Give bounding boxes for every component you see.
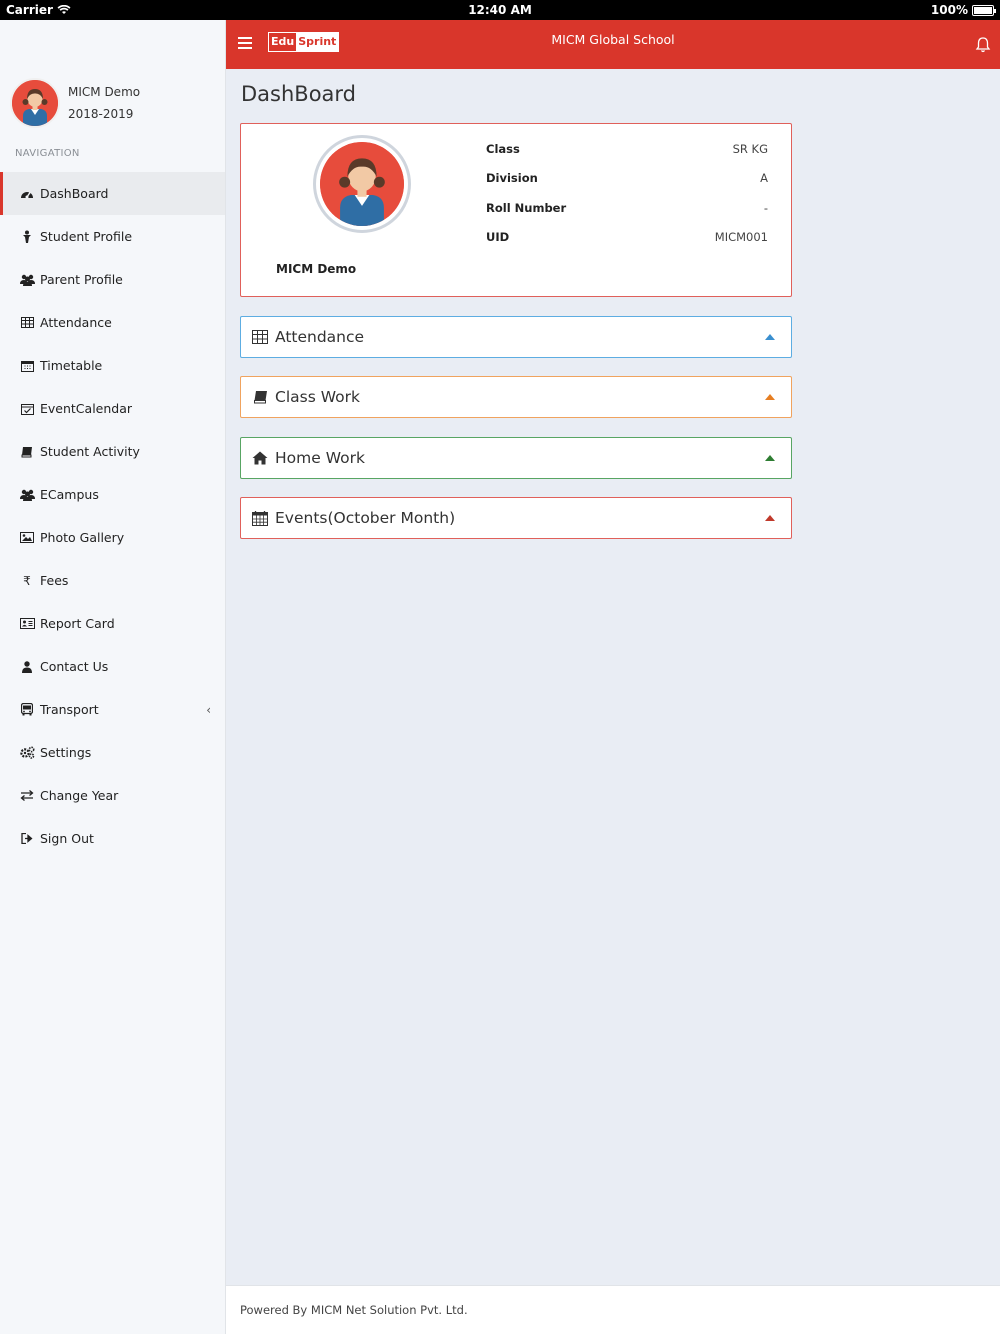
bell-icon[interactable] bbox=[974, 36, 992, 54]
sidebar-item-transport[interactable]: Transport ‹ bbox=[0, 688, 225, 731]
nav-list: DashBoard Student Profile Parent Profile… bbox=[0, 172, 225, 860]
student-info-table: Class SR KG Division A Roll Number - UID… bbox=[486, 134, 768, 252]
exchange-icon bbox=[18, 790, 36, 801]
home-icon bbox=[251, 449, 269, 467]
events-panel[interactable]: Events(October Month) bbox=[240, 497, 792, 539]
sidebar-item-sign-out[interactable]: Sign Out bbox=[0, 817, 225, 860]
sidebar-item-label: DashBoard bbox=[40, 186, 109, 201]
sidebar-item-label: EventCalendar bbox=[40, 401, 133, 416]
student-name: MICM Demo bbox=[276, 262, 357, 276]
page-title: DashBoard bbox=[241, 82, 357, 106]
sidebar-item-student-profile[interactable]: Student Profile bbox=[0, 215, 225, 258]
sidebar-item-ecampus[interactable]: ECampus bbox=[0, 473, 225, 516]
chevron-left-icon: ‹ bbox=[206, 702, 211, 717]
footer-text: Powered By MICM Net Solution Pvt. Ltd. bbox=[240, 1303, 468, 1317]
sidebar-item-label: Student Activity bbox=[40, 444, 140, 459]
profile-name: MICM Demo bbox=[68, 85, 141, 99]
sidebar-item-label: Change Year bbox=[40, 788, 119, 803]
sidebar-item-parent-profile[interactable]: Parent Profile bbox=[0, 258, 225, 301]
calendar-check-icon bbox=[18, 403, 36, 415]
sidebar-item-attendance[interactable]: Attendance bbox=[0, 301, 225, 344]
sidebar-item-contact-us[interactable]: Contact Us bbox=[0, 645, 225, 688]
collapse-arrow-icon[interactable] bbox=[765, 455, 775, 461]
user-icon bbox=[18, 660, 36, 673]
status-bar: Carrier 12:40 AM 100% bbox=[0, 0, 1000, 20]
nav-heading: NAVIGATION bbox=[15, 148, 80, 159]
calendar-icon bbox=[251, 509, 269, 527]
status-time: 12:40 AM bbox=[468, 3, 532, 17]
battery-percent: 100% bbox=[930, 3, 968, 17]
book-icon bbox=[251, 388, 269, 406]
sidebar-item-label: Photo Gallery bbox=[40, 530, 125, 545]
battery-icon bbox=[972, 4, 996, 16]
sidebar-item-label: Attendance bbox=[40, 315, 112, 330]
table-icon bbox=[18, 317, 36, 328]
rupee-icon: ₹ bbox=[23, 573, 31, 588]
id-card-icon bbox=[18, 618, 36, 629]
sidebar-item-label: Parent Profile bbox=[40, 272, 123, 287]
attendance-panel[interactable]: Attendance bbox=[240, 316, 792, 358]
sidebar-item-settings[interactable]: Settings bbox=[0, 731, 225, 774]
student-icon bbox=[18, 230, 36, 243]
student-info-card: MICM Demo Class SR KG Division A Roll Nu… bbox=[240, 123, 792, 297]
sidebar-item-change-year[interactable]: Change Year bbox=[0, 774, 225, 817]
sidebar-item-photo-gallery[interactable]: Photo Gallery bbox=[0, 516, 225, 559]
sidebar-item-label: Transport bbox=[40, 702, 99, 717]
panel-title: Class Work bbox=[275, 388, 360, 406]
sidebar-item-label: Student Profile bbox=[40, 229, 133, 244]
class-work-panel[interactable]: Class Work bbox=[240, 376, 792, 418]
sidebar-item-label: Report Card bbox=[40, 616, 115, 631]
collapse-arrow-icon[interactable] bbox=[765, 515, 775, 521]
users-icon bbox=[18, 274, 36, 286]
school-name: MICM Global School bbox=[551, 32, 675, 47]
home-work-panel[interactable]: Home Work bbox=[240, 437, 792, 479]
info-row-class: Class SR KG bbox=[486, 141, 768, 156]
sidebar-item-label: Sign Out bbox=[40, 831, 94, 846]
profile-year: 2018-2019 bbox=[68, 107, 134, 121]
sidebar-profile: MICM Demo 2018-2019 bbox=[10, 78, 140, 128]
collapse-arrow-icon[interactable] bbox=[765, 334, 775, 340]
sidebar-item-label: Settings bbox=[40, 745, 92, 760]
sidebar-item-eventcalendar[interactable]: EventCalendar bbox=[0, 387, 225, 430]
panel-title: Home Work bbox=[275, 449, 365, 467]
sign-out-icon bbox=[18, 833, 36, 844]
student-avatar-icon bbox=[12, 80, 58, 126]
student-avatar bbox=[313, 135, 411, 233]
student-avatar-icon bbox=[320, 142, 404, 226]
sidebar-item-report-card[interactable]: Report Card bbox=[0, 602, 225, 645]
panel-title: Events(October Month) bbox=[275, 509, 456, 527]
sidebar-item-label: Contact Us bbox=[40, 659, 109, 674]
top-bar: Edu Sprint MICM Global School bbox=[226, 20, 1000, 69]
bus-icon bbox=[18, 703, 36, 716]
book-icon bbox=[18, 446, 36, 458]
sidebar: MICM Demo 2018-2019 NAVIGATION DashBoard… bbox=[0, 20, 226, 1334]
gears-icon bbox=[18, 746, 36, 759]
sidebar-item-dashboard[interactable]: DashBoard bbox=[0, 172, 225, 215]
info-row-roll-number: Roll Number - bbox=[486, 200, 768, 215]
sidebar-item-label: ECampus bbox=[40, 487, 99, 502]
panel-title: Attendance bbox=[275, 328, 365, 346]
dashboard-icon bbox=[18, 188, 36, 200]
sidebar-item-label: Fees bbox=[40, 573, 69, 588]
image-icon bbox=[18, 532, 36, 543]
info-row-division: Division A bbox=[486, 171, 768, 186]
sidebar-item-fees[interactable]: ₹ Fees bbox=[0, 559, 225, 602]
sidebar-item-timetable[interactable]: Timetable bbox=[0, 344, 225, 387]
sidebar-item-student-activity[interactable]: Student Activity bbox=[0, 430, 225, 473]
footer: Powered By MICM Net Solution Pvt. Ltd. bbox=[226, 1285, 1000, 1334]
info-row-uid: UID MICM001 bbox=[486, 230, 768, 245]
table-icon bbox=[251, 328, 269, 346]
collapse-arrow-icon[interactable] bbox=[765, 394, 775, 400]
avatar bbox=[10, 78, 60, 128]
sidebar-item-label: Timetable bbox=[40, 358, 103, 373]
users-icon bbox=[18, 489, 36, 501]
calendar-icon bbox=[18, 360, 36, 372]
